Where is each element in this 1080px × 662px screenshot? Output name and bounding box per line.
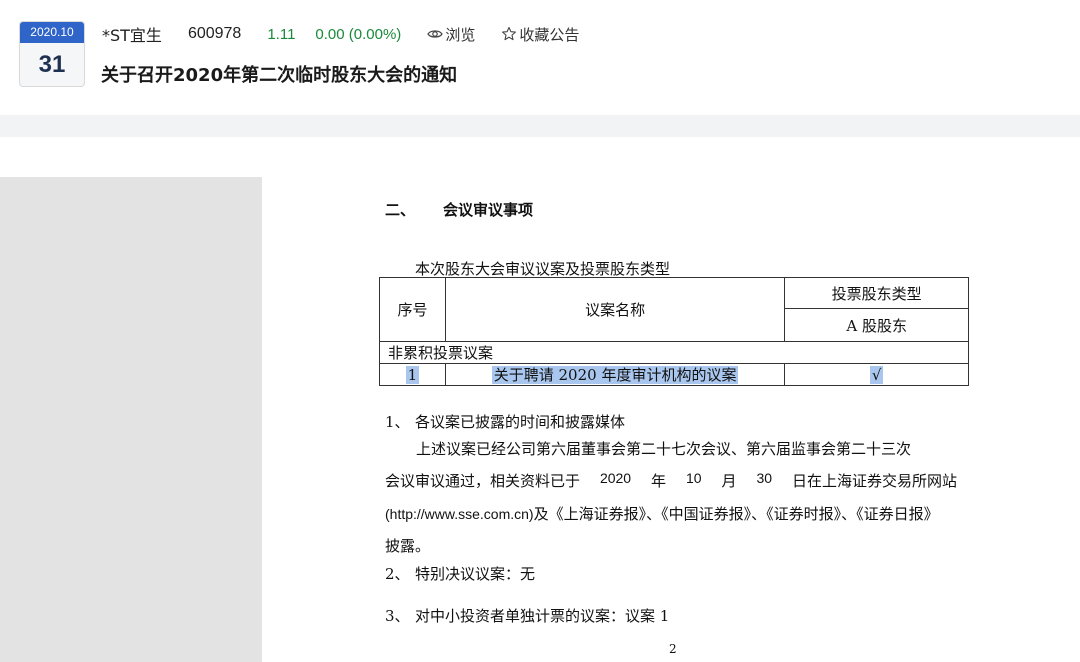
- item1-line1: 上述议案已经公司第六届董事会第二十七次会议、第六届监事会第二十三次: [416, 440, 912, 458]
- section-title: 会议审议事项: [443, 201, 534, 219]
- motions-table: 序号 议案名称 投票股东类型 A 股股东 非累积投票议案 1 关于聘请 2020…: [379, 277, 969, 386]
- item1-heading: 1、 各议案已披露的时间和披露媒体: [385, 413, 626, 431]
- section-number: 二、: [385, 201, 416, 219]
- stock-change: 0.00 (0.00%): [315, 25, 402, 43]
- section-heading: 二、 会议审议事项: [385, 199, 533, 220]
- row-check: √: [784, 363, 969, 386]
- sse-link[interactable]: (http://www.sse.com.cn): [385, 506, 534, 522]
- browse-label: 浏览: [445, 25, 476, 44]
- announcement-header: 2020.10 31 *ST宜生 600978 1.11 0.00 (0.00%…: [0, 0, 1080, 115]
- document-page[interactable]: 二、 会议审议事项 本次股东大会审议议案及投票股东类型 序号 议案名称 投票股东类…: [262, 137, 1080, 662]
- group-label: 非累积投票议案: [379, 341, 969, 364]
- table-row: 1 关于聘请 2020 年度审计机构的议案 √: [379, 363, 969, 386]
- header-no: 序号: [379, 277, 446, 342]
- date-badge: 2020.10 31: [19, 21, 85, 87]
- header-divider-band: [0, 115, 1080, 137]
- favorite-button[interactable]: 收藏公告: [501, 24, 579, 45]
- header-vote-type: 投票股东类型: [784, 277, 969, 309]
- header-name: 议案名称: [444, 277, 786, 342]
- browse-button[interactable]: 浏览: [427, 24, 475, 45]
- row-no: 1: [379, 363, 446, 386]
- star-icon: [502, 26, 517, 41]
- item1-line3: (http://www.sse.com.cn)及《上海证券报》、《中国证券报》、…: [385, 505, 939, 523]
- favorite-label: 收藏公告: [519, 25, 580, 44]
- stock-price: 1.11: [267, 25, 296, 43]
- header-vote-sub: A 股股东: [784, 308, 969, 342]
- item3: 3、 对中小投资者单独计票的议案：议案 1: [385, 607, 670, 625]
- date-day: 31: [38, 51, 66, 78]
- date-month: 2020.10: [20, 22, 84, 43]
- item1-line4: 披露。: [385, 537, 431, 555]
- row-name: 关于聘请 2020 年度审计机构的议案: [444, 363, 786, 386]
- stock-code[interactable]: 600978: [188, 25, 241, 43]
- stock-name[interactable]: *ST宜生: [102, 22, 162, 46]
- stock-meta-row: *ST宜生 600978 1.11 0.00 (0.00%) 浏览 收藏公告: [102, 23, 605, 45]
- eye-icon: [427, 30, 444, 38]
- announcement-title: 关于召开2020年第二次临时股东大会的通知: [101, 65, 458, 86]
- item1-line2: 会议审议通过，相关资料已于 2020 年 10 月 30 日在上海证券交易所网站: [385, 470, 957, 490]
- page-number: 2: [669, 642, 677, 656]
- item2: 2、 特别决议议案：无: [385, 565, 536, 583]
- table-caption: 本次股东大会审议议案及投票股东类型: [415, 260, 671, 278]
- viewer-background: [0, 177, 262, 662]
